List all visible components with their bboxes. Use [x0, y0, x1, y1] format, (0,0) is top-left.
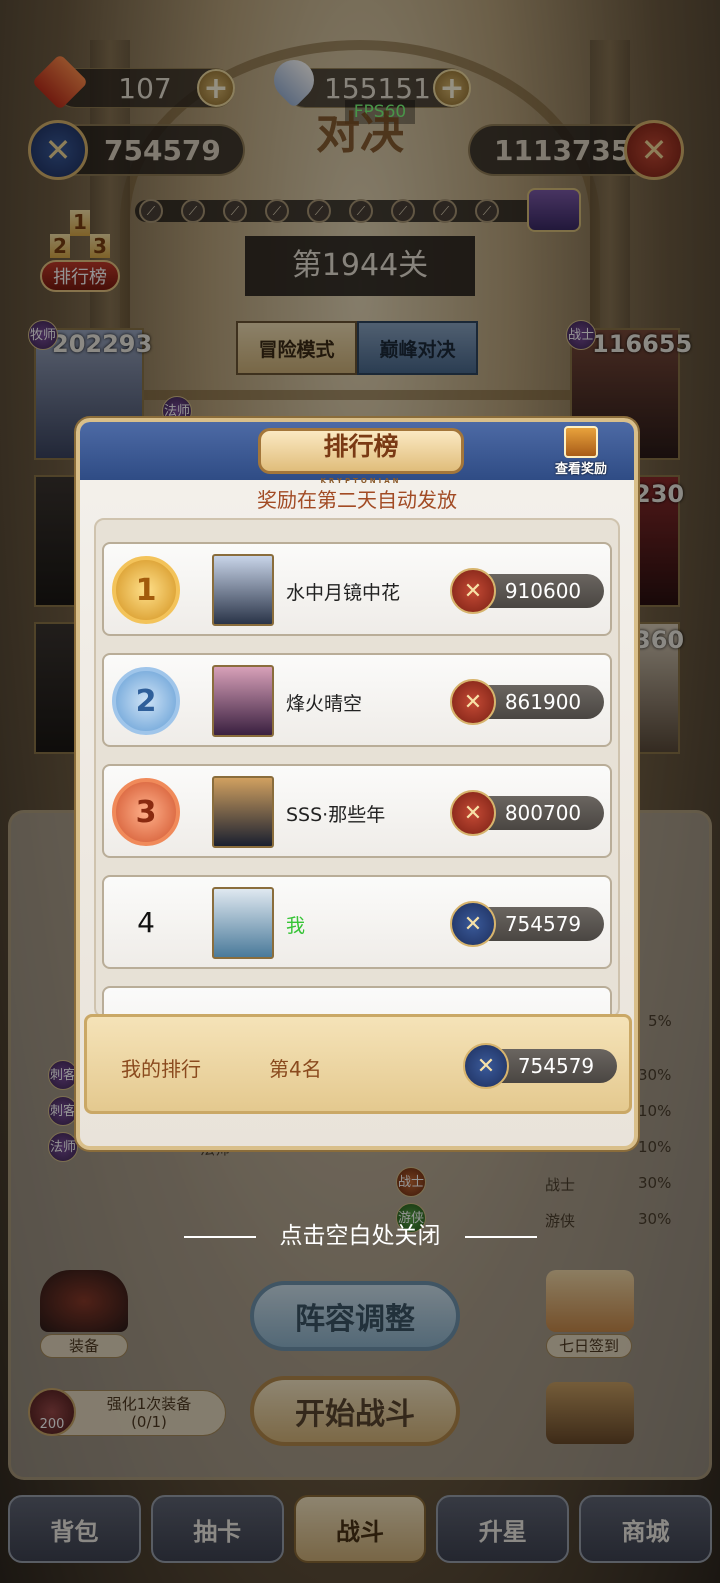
my-rank-position: 第4名	[269, 1057, 322, 1081]
view-rewards-label: 查看奖励	[554, 462, 607, 477]
leaderboard-row[interactable]: 3 SSS·那些年 800700 ✕	[102, 764, 612, 858]
gold-medal-icon: 1	[112, 556, 180, 624]
divider-left	[183, 1235, 256, 1238]
player-name-self: 我	[286, 915, 306, 937]
leaderboard-title: 排行榜	[323, 432, 399, 461]
avatar	[212, 665, 274, 737]
my-rank-label: 我的排行	[121, 1057, 201, 1081]
silver-medal-icon: 2	[112, 667, 180, 735]
crossed-swords-blue-icon: ✕	[450, 901, 496, 947]
crossed-swords-red-icon: ✕	[450, 679, 496, 725]
modal-title-plate: 排行榜 KRYPTONIAN	[258, 428, 464, 485]
player-name: SSS·那些年	[286, 804, 386, 826]
player-name: 水中月镜中花	[286, 582, 401, 604]
player-name: 烽火晴空	[286, 693, 363, 715]
bronze-medal-icon: 3	[112, 778, 180, 846]
leaderboard-modal: 排行榜 KRYPTONIAN 查看奖励 奖励在第二天自动发放 1 水中月镜中花 …	[76, 418, 638, 1150]
gift-box-icon	[564, 426, 598, 458]
leaderboard-row-self[interactable]: 4 我 754579 ✕	[102, 875, 612, 969]
leaderboard-list[interactable]: 1 水中月镜中花 910600 ✕ 2 烽火晴空 861900 ✕ 3 SSS·…	[94, 518, 620, 1018]
crossed-swords-blue-icon: ✕	[463, 1043, 509, 1089]
divider-right	[464, 1235, 537, 1238]
leaderboard-row[interactable]: 2 烽火晴空 861900 ✕	[102, 653, 612, 747]
rank-number: 4	[137, 906, 155, 939]
view-rewards-button[interactable]: 查看奖励	[550, 426, 612, 480]
leaderboard-row[interactable]: 1 水中月镜中花 910600 ✕	[102, 542, 612, 636]
reward-notice: 奖励在第二天自动发放	[257, 488, 457, 512]
avatar	[212, 887, 274, 959]
my-rank-bar: 我的排行 第4名 754579 ✕	[84, 1014, 632, 1114]
close-hint-text: 点击空白处关闭	[279, 1223, 441, 1249]
crossed-swords-red-icon: ✕	[450, 568, 496, 614]
avatar	[212, 776, 274, 848]
avatar	[212, 554, 274, 626]
close-hint[interactable]: 点击空白处关闭	[0, 1216, 720, 1250]
crossed-swords-red-icon: ✕	[450, 790, 496, 836]
